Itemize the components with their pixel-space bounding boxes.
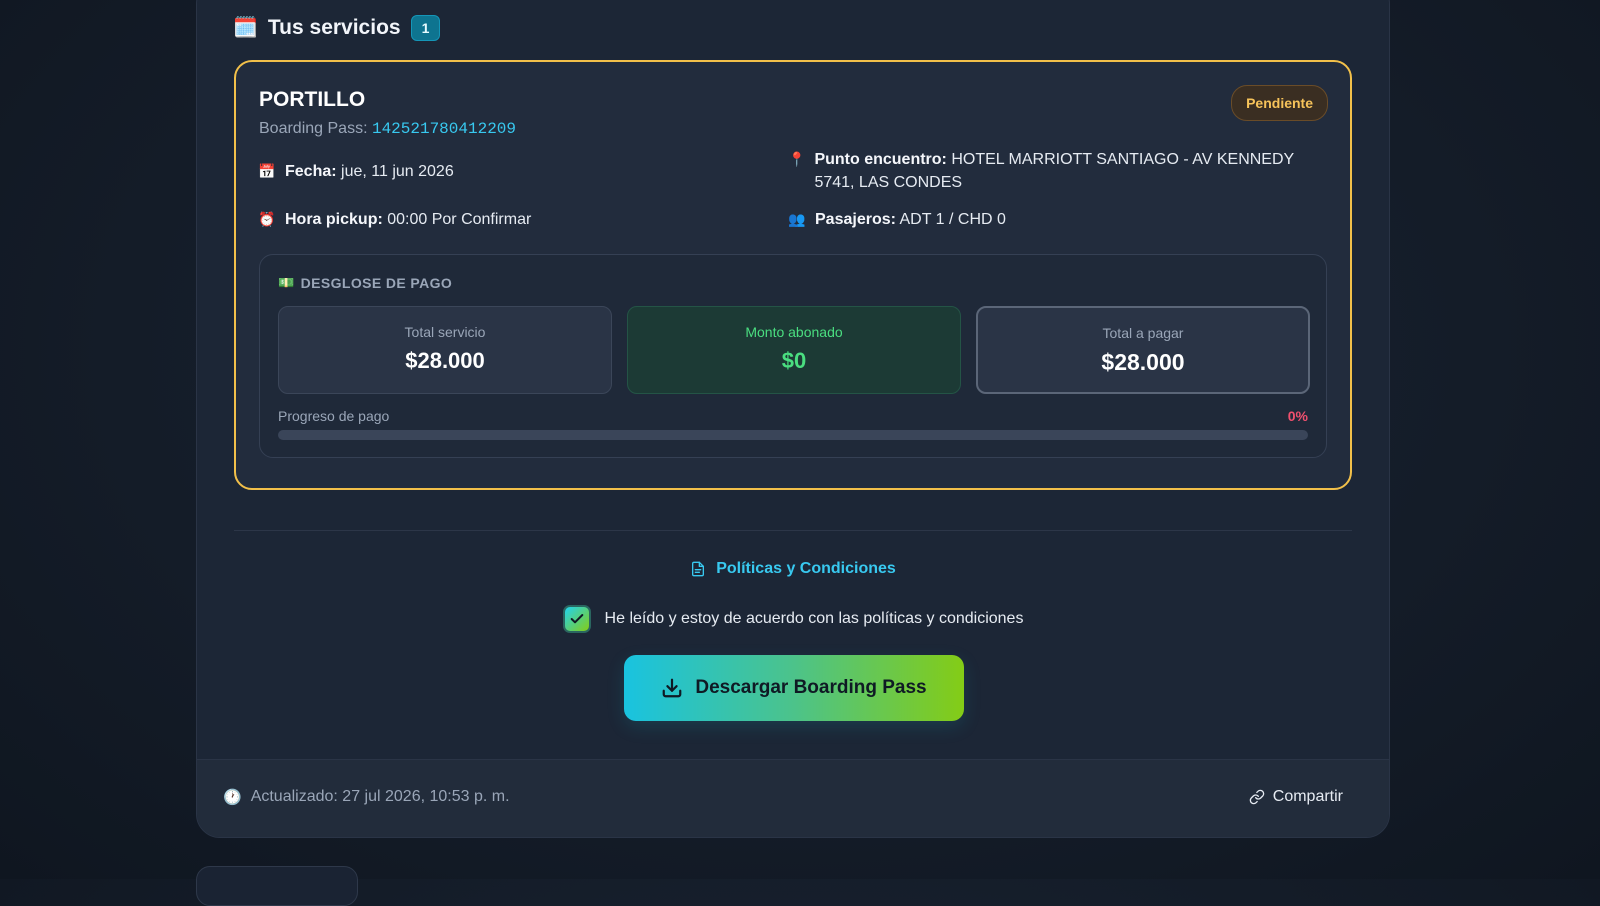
- divider: [234, 530, 1352, 531]
- payment-breakdown: 💵 DESGLOSE DE PAGO Total servicio $28.00…: [259, 254, 1327, 458]
- service-count-badge: 1: [410, 15, 441, 41]
- total-pagar-label: Total a pagar: [1102, 325, 1184, 341]
- monto-abonado-tile: Monto abonado $0: [627, 306, 961, 394]
- section-header: 🗓️ Tus servicios 1: [233, 15, 441, 41]
- spiral-calendar-icon: 🗓️: [233, 17, 258, 39]
- share-button[interactable]: Compartir: [1249, 788, 1343, 806]
- download-boarding-pass-button[interactable]: Descargar Boarding Pass: [624, 655, 964, 721]
- hora-label: Hora pickup:: [285, 211, 383, 228]
- document-icon: [692, 561, 705, 577]
- next-card-edge: [196, 866, 358, 906]
- map-pin-icon: 📍: [788, 151, 806, 167]
- pasajeros-info: 👥 Pasajeros: ADT 1 / CHD 0: [788, 208, 1006, 231]
- service-card: PORTILLO Boarding Pass: 142521780412209 …: [234, 60, 1352, 490]
- total-pagar-tile: Total a pagar $28.000: [976, 306, 1310, 394]
- punto-encuentro-info: 📍 Punto encuentro: HOTEL MARRIOTT SANTIA…: [788, 148, 1308, 194]
- fecha-label: Fecha:: [285, 163, 337, 180]
- status-badge: Pendiente: [1231, 85, 1328, 121]
- alarm-clock-icon: ⏰: [258, 211, 276, 227]
- progress-track: [278, 430, 1308, 440]
- progress-percent: 0%: [1287, 408, 1308, 424]
- link-icon: [1249, 789, 1265, 805]
- money-icon: 💵: [278, 275, 295, 290]
- pasajeros-label: Pasajeros:: [815, 211, 896, 228]
- total-pagar-value: $28.000: [1101, 349, 1185, 375]
- download-icon: [663, 678, 682, 698]
- boarding-pass-label: Boarding Pass:: [259, 120, 368, 137]
- policies-link-label: Políticas y Condiciones: [716, 560, 896, 577]
- footer: 🕐 Actualizado: 27 jul 2026, 10:53 p. m. …: [197, 759, 1389, 837]
- monto-abonado-label: Monto abonado: [745, 324, 843, 340]
- people-icon: 👥: [788, 211, 806, 227]
- pasajeros-value: ADT 1 / CHD 0: [899, 211, 1006, 228]
- progress-label: Progreso de pago: [278, 408, 390, 424]
- check-icon: [570, 614, 583, 624]
- calendar-icon: 📅: [258, 163, 276, 179]
- boarding-pass-line: Boarding Pass: 142521780412209: [259, 120, 516, 138]
- total-servicio-value: $28.000: [405, 348, 485, 373]
- hora-value: 00:00 Por Confirmar: [387, 211, 532, 228]
- total-servicio-label: Total servicio: [404, 324, 486, 340]
- payment-header: 💵 DESGLOSE DE PAGO: [278, 275, 453, 291]
- reservation-panel: 🗓️ Tus servicios 1 PORTILLO Boarding Pas…: [196, 0, 1390, 838]
- service-name: PORTILLO: [259, 88, 366, 111]
- fecha-info: 📅 Fecha: jue, 11 jun 2026: [258, 160, 454, 183]
- clock-icon: 🕐: [223, 789, 242, 806]
- monto-abonado-value: $0: [781, 348, 807, 373]
- updated-info: 🕐 Actualizado: 27 jul 2026, 10:53 p. m.: [223, 788, 510, 806]
- agree-row: He leído y estoy de acuerdo con las polí…: [197, 605, 1389, 633]
- agree-checkbox[interactable]: [562, 605, 591, 633]
- share-label: Compartir: [1272, 788, 1343, 805]
- punto-label: Punto encuentro:: [814, 151, 947, 168]
- boarding-pass-code: 142521780412209: [371, 120, 516, 138]
- updated-text: Actualizado: 27 jul 2026, 10:53 p. m.: [250, 788, 510, 805]
- policies-link[interactable]: Políticas y Condiciones: [197, 560, 1389, 578]
- section-title: Tus servicios: [267, 16, 401, 39]
- fecha-value: jue, 11 jun 2026: [341, 163, 454, 180]
- agree-text: He leído y estoy de acuerdo con las polí…: [604, 610, 1024, 627]
- hora-info: ⏰ Hora pickup: 00:00 Por Confirmar: [258, 208, 531, 231]
- download-label: Descargar Boarding Pass: [695, 677, 927, 698]
- total-servicio-tile: Total servicio $28.000: [278, 306, 612, 394]
